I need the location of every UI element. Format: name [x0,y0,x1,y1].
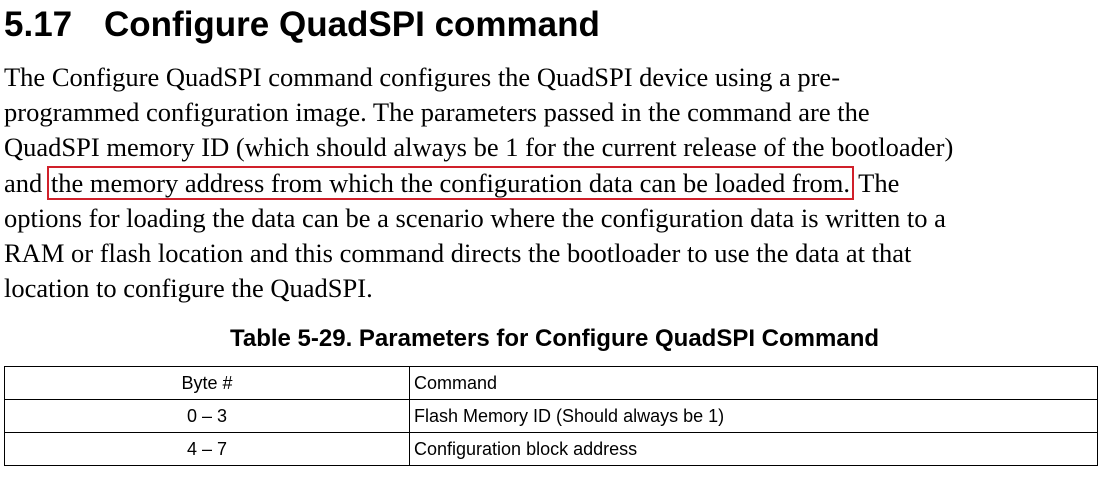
cell-byte: 0 – 3 [4,399,410,433]
section-heading: 5.17 Configure QuadSPI command [4,2,600,48]
header-byte: Byte # [4,366,410,400]
cell-command: Configuration block address [409,432,1098,466]
cell-byte: 4 – 7 [4,432,410,466]
table-row: 0 – 3 Flash Memory ID (Should always be … [4,399,1098,433]
paragraph-line: programmed configuration image. The para… [4,97,870,128]
cell-command: Flash Memory ID (Should always be 1) [409,399,1098,433]
section-title: Configure QuadSPI command [104,5,600,44]
table-row: 4 – 7 Configuration block address [4,432,1098,466]
paragraph-text: and [4,167,49,198]
highlighted-phrase: the memory address from which the config… [46,165,855,200]
paragraph-line: RAM or flash location and this command d… [4,238,912,269]
paragraph-line: The Configure QuadSPI command configures… [4,62,841,92]
section-number: 5.17 [4,5,73,44]
paragraph-text: The [852,167,900,198]
parameters-table: Byte # Command 0 – 3 Flash Memory ID (Sh… [4,366,1098,466]
body-paragraph: The Configure QuadSPI command configures… [4,60,1104,306]
table-header-row: Byte # Command [4,366,1098,400]
paragraph-line: QuadSPI memory ID (which should always b… [4,132,954,163]
table-caption: Table 5-29. Parameters for Configure Qua… [229,325,880,352]
paragraph-line: location to configure the QuadSPI. [4,273,373,304]
paragraph-line: options for loading the data can be a sc… [4,202,946,233]
paragraph-line-highlighted: and the memory address from which the co… [4,165,1104,201]
header-command: Command [409,366,1098,400]
